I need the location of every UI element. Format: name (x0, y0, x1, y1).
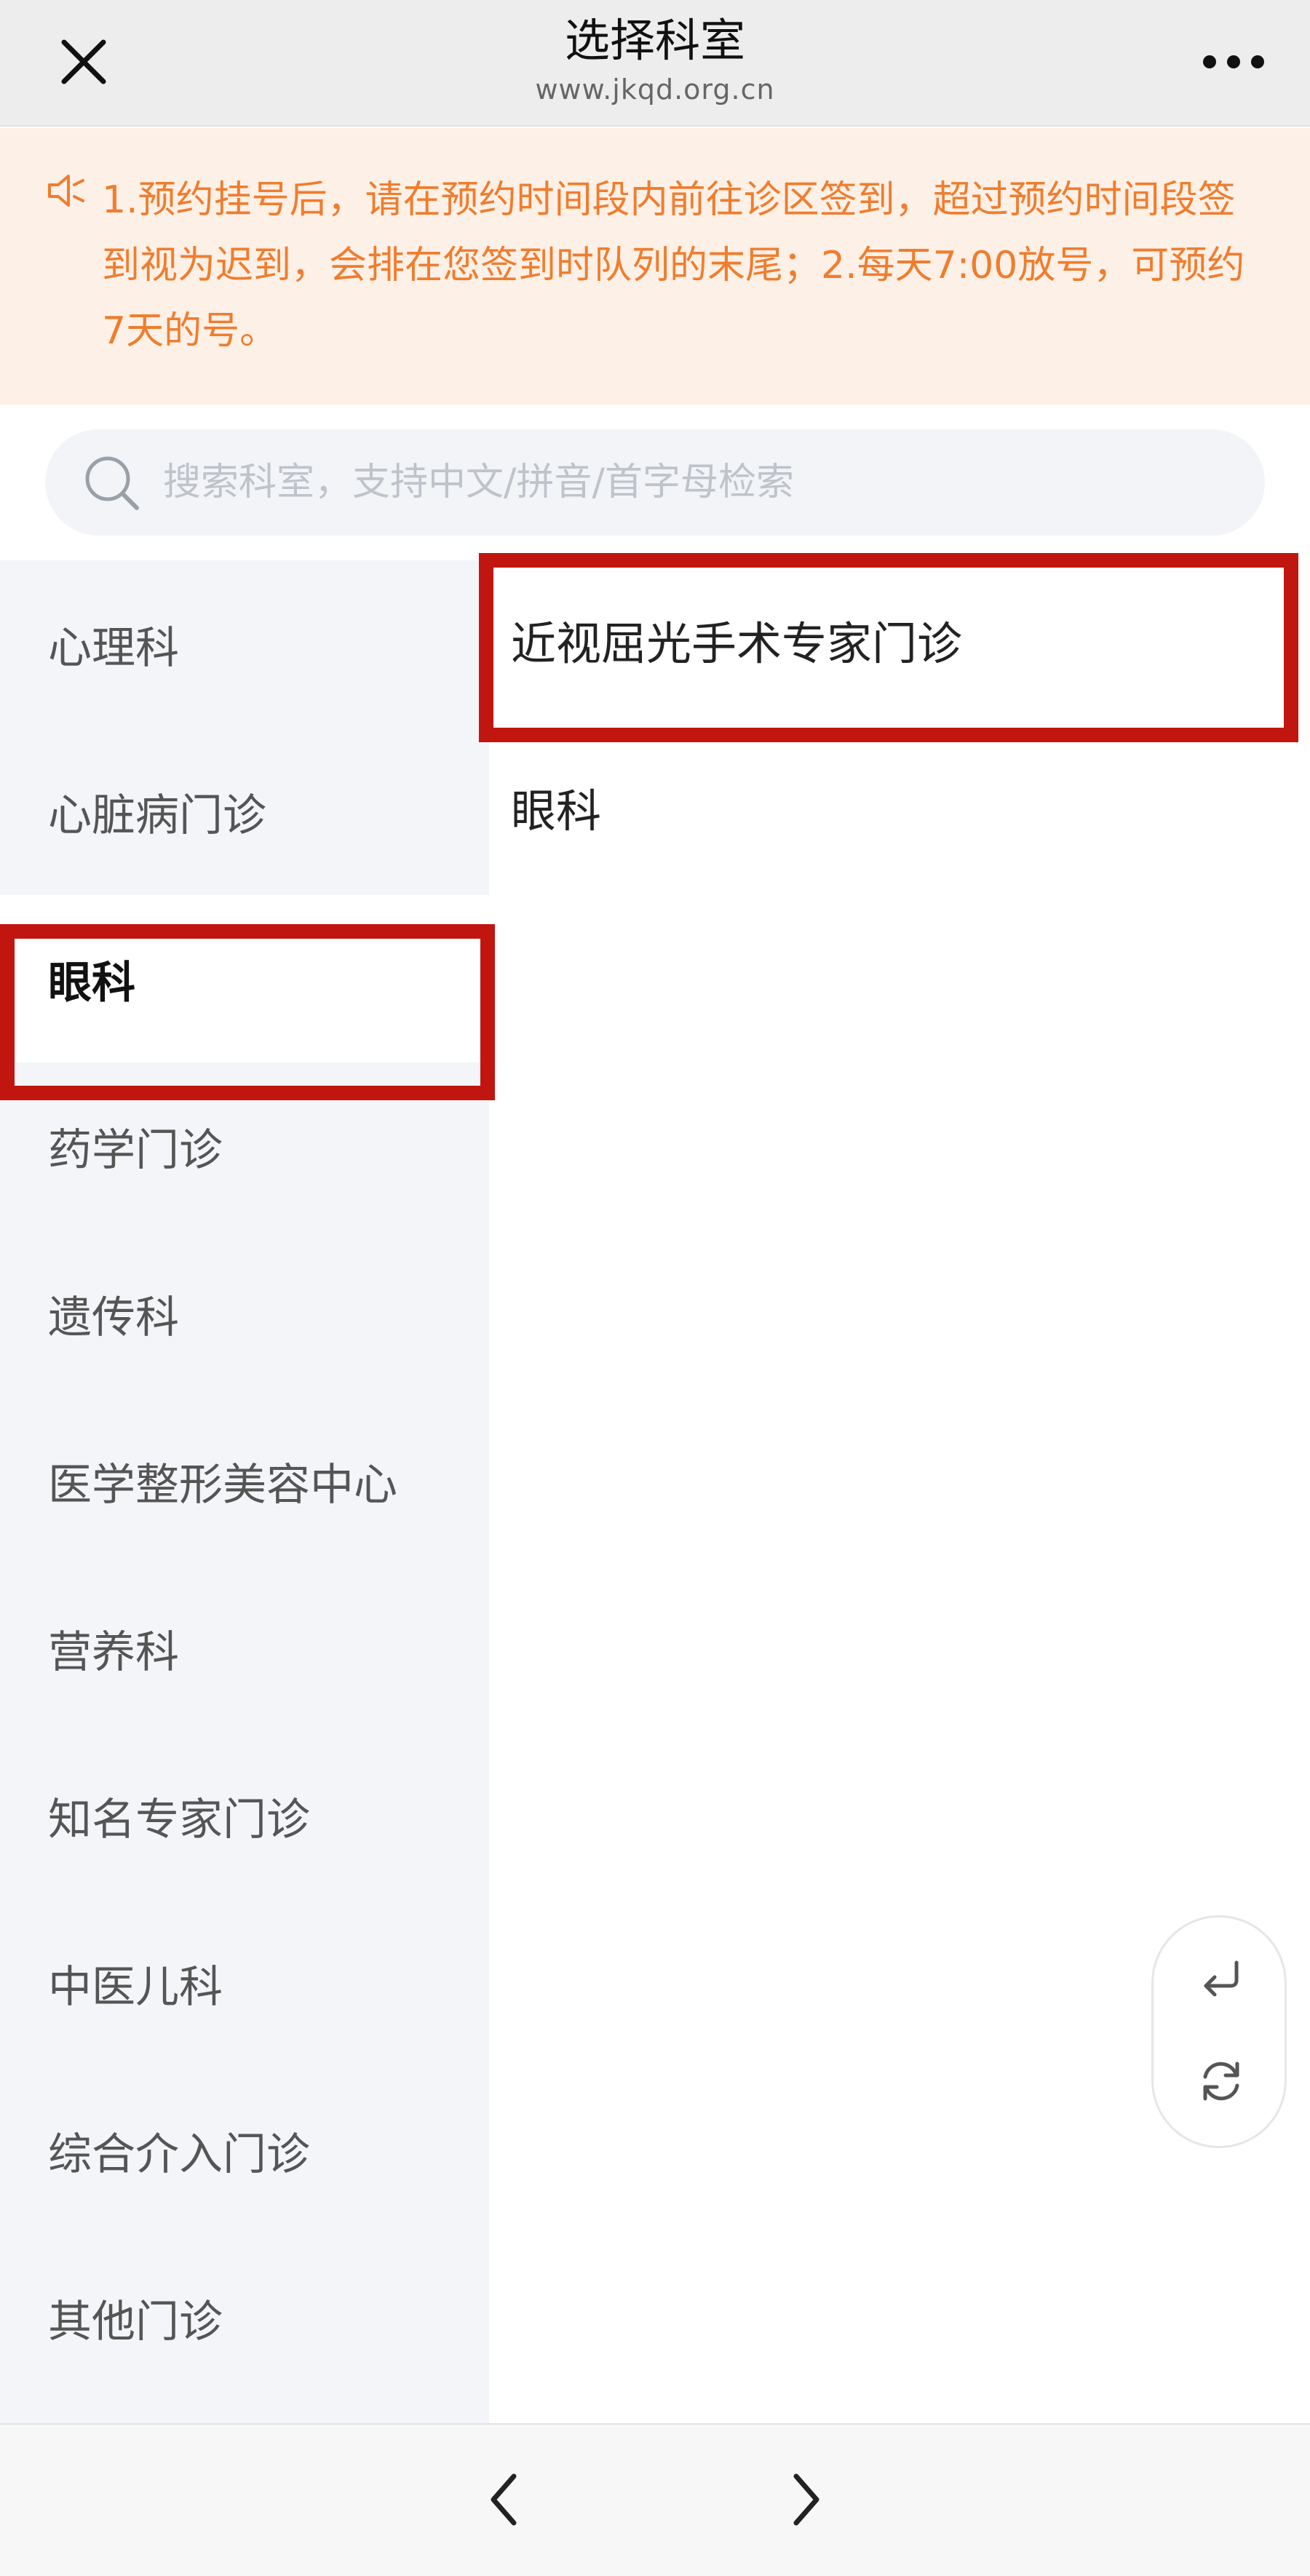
sidebar-item-nutrition[interactable]: 营养科 (0, 1565, 489, 1732)
department-item-label: 近视屈光手术专家门诊 (511, 617, 963, 670)
page-url: www.jkqd.org.cn (535, 73, 775, 106)
sidebar-item-label: 其他门诊 (48, 2296, 223, 2348)
sidebar-item-experts[interactable]: 知名专家门诊 (0, 1732, 489, 1899)
sidebar-item-label: 医学整形美容中心 (48, 1459, 397, 1511)
department-item-ophthalmology[interactable]: 眼科 (511, 738, 1282, 876)
sidebar-item-label: 心理科 (48, 622, 179, 674)
sidebar-item-cosmetic[interactable]: 医学整形美容中心 (0, 1397, 489, 1565)
sidebar-item-label: 知名专家门诊 (48, 1794, 310, 1845)
sidebar-item-label: 遗传科 (48, 1292, 179, 1343)
sidebar-item-ophthalmology[interactable]: 眼科 (0, 895, 489, 1062)
sidebar-item-psychology[interactable]: 心理科 (0, 560, 489, 728)
notice-text: 1.预约挂号后，请在预约时间段内前往诊区签到，超过预约时间段签到视为迟到，会排在… (102, 178, 1245, 353)
sidebar-item-label: 中医儿科 (48, 1961, 223, 2013)
sidebar-item-pharmacy[interactable]: 药学门诊 (0, 1062, 489, 1230)
floating-controls (1151, 1915, 1287, 2148)
sidebar-item-cardiology[interactable]: 心脏病门诊 (0, 728, 489, 895)
search-icon (85, 456, 139, 510)
sidebar-item-other[interactable]: 其他门诊 (0, 2234, 489, 2401)
category-sidebar: 心理科 心脏病门诊 眼科 药学门诊 遗传科 医学整形美容中心 营养科 知名专家门… (0, 560, 489, 2423)
sidebar-item-tcm-pediatrics[interactable]: 中医儿科 (0, 1899, 489, 2067)
sidebar-item-label: 药学门诊 (48, 1124, 223, 1176)
department-item-label: 眼科 (511, 784, 602, 838)
return-button[interactable] (1188, 1947, 1254, 2012)
return-arrow-icon (1204, 1960, 1239, 1997)
refresh-button[interactable] (1188, 2048, 1254, 2114)
sidebar-item-label: 眼科 (48, 957, 135, 1009)
sidebar-item-label: 综合介入门诊 (48, 2128, 310, 2180)
speaker-icon (48, 175, 84, 207)
chevron-left-icon (491, 2473, 517, 2526)
sidebar-item-genetics[interactable]: 遗传科 (0, 1230, 489, 1397)
bottom-nav-bar (0, 2423, 1310, 2576)
chevron-right-icon (793, 2473, 819, 2526)
back-button[interactable] (461, 2456, 549, 2543)
more-icon (1203, 55, 1264, 68)
forward-button[interactable] (761, 2456, 849, 2543)
search-input[interactable] (162, 450, 1210, 515)
top-bar: 选择科室 www.jkqd.org.cn (0, 0, 1310, 127)
sidebar-item-label: 心脏病门诊 (48, 790, 266, 841)
more-button[interactable] (1194, 29, 1274, 95)
page-title: 选择科室 (564, 14, 745, 67)
refresh-icon (1203, 2062, 1239, 2101)
sidebar-item-label: 营养科 (48, 1626, 179, 1678)
department-item-refractive-surgery[interactable]: 近视屈光手术专家门诊 (511, 571, 1282, 709)
search-bar[interactable] (45, 429, 1265, 536)
sidebar-item-interventional[interactable]: 综合介入门诊 (0, 2067, 489, 2234)
